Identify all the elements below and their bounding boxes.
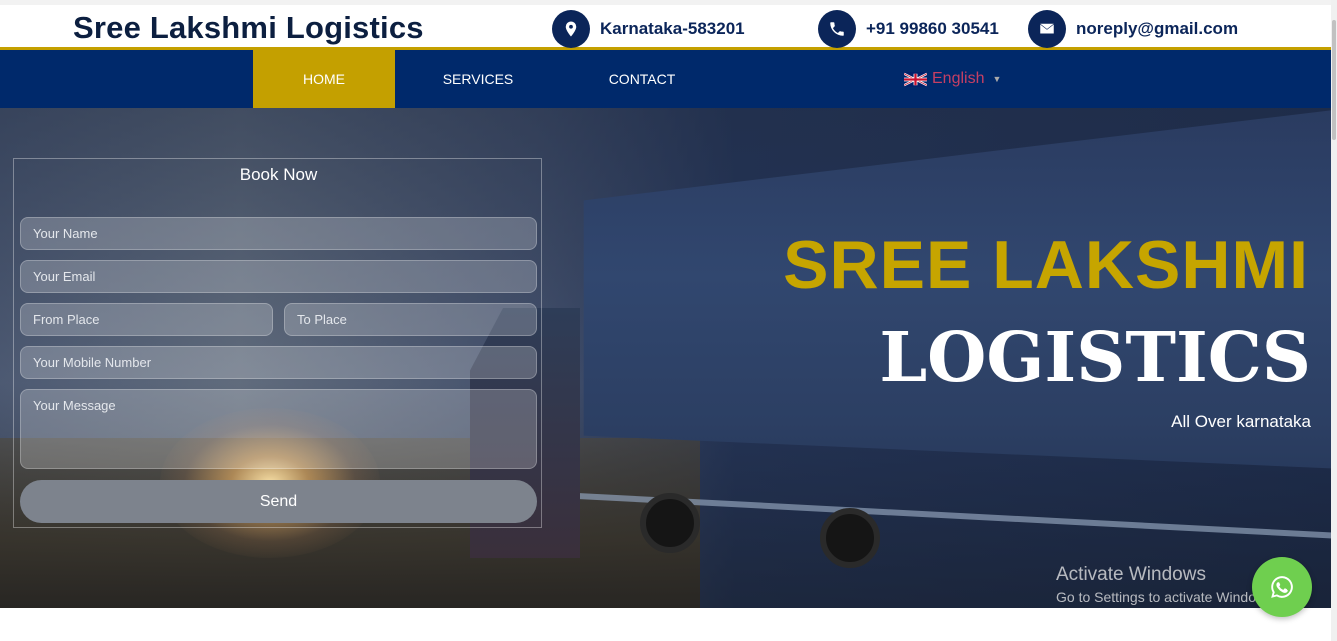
activate-subtitle: Go to Settings to activate Windows.	[1056, 589, 1277, 605]
to-place-input[interactable]	[284, 303, 537, 336]
phone-contact[interactable]: +91 99860 30541	[818, 10, 999, 48]
email-input[interactable]	[20, 260, 537, 293]
hero-section: Book Now Send SREE LAKSHMI LOGISTICS All…	[0, 108, 1337, 608]
from-place-input[interactable]	[20, 303, 273, 336]
phone-icon	[818, 10, 856, 48]
truck-wheel	[640, 493, 700, 553]
nav-home[interactable]: HOME	[253, 50, 395, 108]
whatsapp-icon	[1271, 576, 1293, 598]
location-contact: Karnataka-583201	[552, 10, 745, 48]
message-textarea[interactable]	[20, 389, 537, 469]
language-label[interactable]: English	[932, 70, 984, 88]
hero-title-line1: SREE LAKSHMI	[783, 227, 1309, 303]
activate-windows-watermark: Activate Windows Go to Settings to activ…	[1056, 564, 1277, 605]
form-title: Book Now	[239, 165, 318, 184]
send-button[interactable]: Send	[20, 480, 537, 523]
email-text[interactable]: noreply@gmail.com	[1076, 19, 1238, 39]
envelope-icon	[1028, 10, 1066, 48]
email-contact[interactable]: noreply@gmail.com	[1028, 10, 1238, 48]
caret-down-icon: ▼	[992, 74, 1002, 84]
name-input[interactable]	[20, 217, 537, 250]
location-text: Karnataka-583201	[600, 19, 745, 38]
page-scrollbar[interactable]	[1331, 0, 1337, 641]
language-selector[interactable]: English ▼	[904, 50, 1001, 108]
truck-wheel	[820, 508, 880, 568]
location-pin-icon	[552, 10, 590, 48]
top-header: Sree Lakshmi Logistics Karnataka-583201 …	[0, 0, 1337, 50]
whatsapp-button[interactable]	[1252, 557, 1312, 617]
booking-form: Book Now Send	[13, 158, 542, 528]
page: Sree Lakshmi Logistics Karnataka-583201 …	[0, 0, 1337, 641]
brand-name[interactable]: Sree Lakshmi Logistics	[73, 10, 424, 46]
nav-contact[interactable]: CONTACT	[580, 50, 704, 108]
hero-title-line2: LOGISTICS	[879, 318, 1311, 398]
scrollbar-thumb[interactable]	[1332, 20, 1336, 140]
hero-tagline: All Over karnataka	[1171, 412, 1311, 431]
mobile-input[interactable]	[20, 346, 537, 379]
uk-flag-icon	[904, 71, 927, 87]
main-nav: HOME SERVICES CONTACT English ▼	[0, 50, 1337, 108]
nav-services[interactable]: SERVICES	[413, 50, 543, 108]
activate-title: Activate Windows	[1056, 564, 1206, 585]
phone-text[interactable]: +91 99860 30541	[866, 19, 999, 39]
